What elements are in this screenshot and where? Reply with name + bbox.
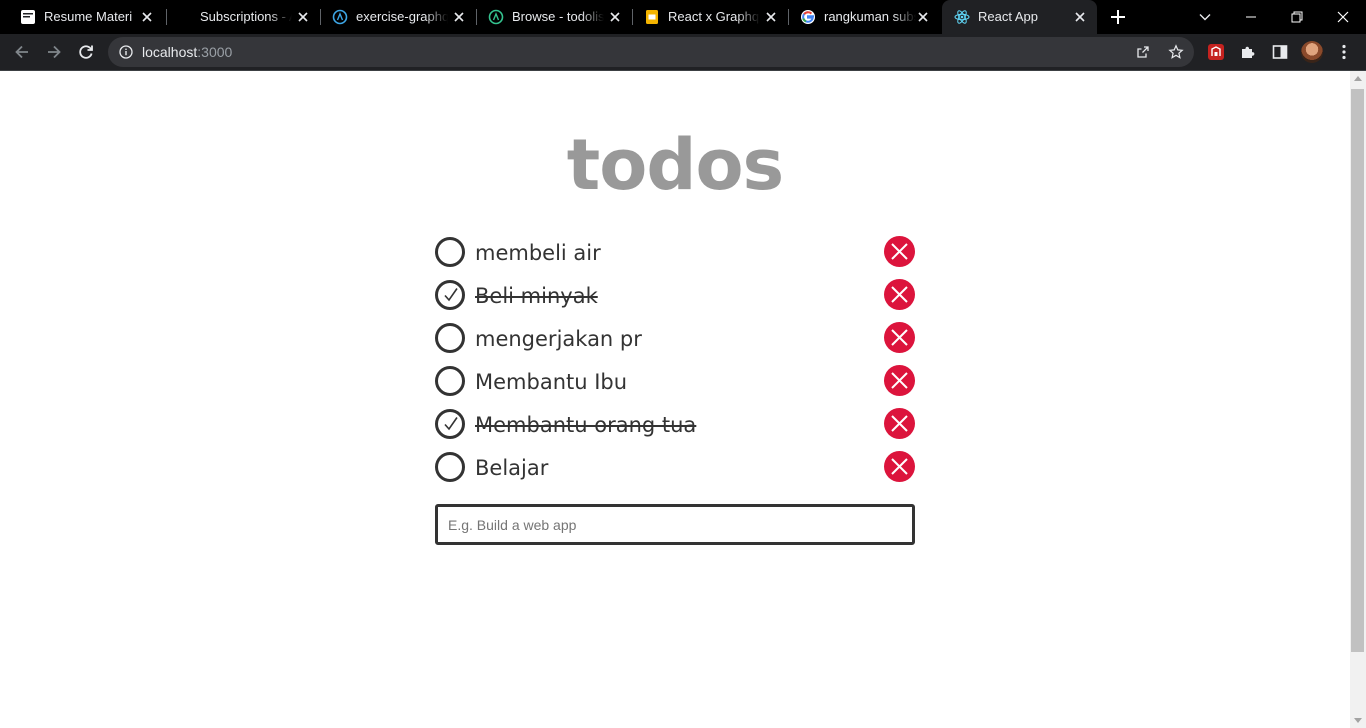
url-port: :3000: [197, 44, 233, 60]
tab-browse-todolist[interactable]: Browse - todolist: [476, 0, 632, 34]
new-tab-icon[interactable]: [1108, 7, 1128, 27]
todo-delete-button[interactable]: [884, 408, 915, 439]
hasura-icon: [488, 9, 504, 25]
todo-item: Belajar: [435, 451, 915, 483]
todo-toggle[interactable]: [435, 409, 465, 439]
page-viewport: todos membeli air Beli minyak mengerjakan …: [0, 71, 1350, 728]
hasura-icon: [332, 9, 348, 25]
app-title: todos: [566, 124, 784, 206]
extensions-menu-button[interactable]: [1236, 40, 1260, 64]
star-icon[interactable]: [1168, 44, 1184, 60]
tab-strip: Resume Materi Subscriptions - Ap exercis…: [0, 0, 1366, 34]
browser-toolbar: localhost:3000: [0, 34, 1366, 71]
chevron-down-icon: [1199, 14, 1211, 21]
todo-toggle[interactable]: [435, 452, 465, 482]
slides-icon: [646, 10, 658, 24]
todo-label: Beli minyak: [475, 284, 598, 308]
todo-item: Membantu Ibu: [435, 365, 915, 397]
todo-delete-button[interactable]: [884, 279, 915, 310]
todo-delete-button[interactable]: [884, 236, 915, 267]
scroll-down-arrow[interactable]: [1354, 718, 1362, 723]
todo-toggle[interactable]: [435, 280, 465, 310]
profile-avatar[interactable]: [1301, 41, 1323, 63]
tab-title: Subscriptions - Ap: [200, 9, 292, 24]
tab-rangkuman[interactable]: rangkuman subsc: [788, 0, 940, 34]
extension-red-icon: [1208, 44, 1224, 60]
arrow-right-icon: [48, 45, 61, 59]
todo-delete-button[interactable]: [884, 322, 915, 353]
browser-menu-button[interactable]: [1332, 40, 1356, 64]
tab-title: React x Graphql: [668, 9, 760, 24]
address-bar[interactable]: localhost:3000: [108, 37, 1194, 67]
extension-button[interactable]: [1204, 40, 1228, 64]
tab-title: Resume Materi: [44, 9, 133, 24]
restore-icon: [1291, 11, 1303, 23]
todo-label: Membantu Ibu: [475, 370, 628, 394]
tab-subscriptions[interactable]: Subscriptions - Ap: [164, 0, 320, 34]
todo-label: Membantu orang tua: [475, 413, 697, 437]
url-text: localhost:3000: [142, 44, 232, 60]
page-scrollbar[interactable]: [1350, 71, 1366, 728]
minimize-icon: [1246, 16, 1256, 18]
close-icon[interactable]: [608, 10, 622, 24]
close-icon: [891, 243, 908, 260]
tab-title: exercise-graphql: [356, 9, 448, 24]
close-icon[interactable]: [140, 10, 154, 24]
side-panel-icon: [1272, 45, 1288, 59]
todo-delete-button[interactable]: [884, 365, 915, 396]
puzzle-icon: [1242, 46, 1255, 58]
checkmark-icon: [444, 417, 458, 431]
url-host: localhost: [142, 44, 198, 60]
close-icon: [891, 458, 908, 475]
close-icon[interactable]: [764, 10, 778, 24]
google-icon: [801, 10, 815, 24]
scroll-up-arrow[interactable]: [1354, 76, 1362, 81]
tab-resume-materi[interactable]: Resume Materi: [8, 0, 164, 34]
todo-item: Beli minyak: [435, 279, 915, 311]
close-icon[interactable]: [452, 10, 466, 24]
close-icon: [891, 329, 908, 346]
close-icon[interactable]: [916, 10, 930, 24]
tab-react-x-graphql[interactable]: React x Graphql: [632, 0, 788, 34]
close-icon: [891, 372, 908, 389]
share-icon[interactable]: [1135, 44, 1151, 60]
minimize-button[interactable]: [1228, 0, 1274, 34]
restore-button[interactable]: [1274, 0, 1320, 34]
back-button[interactable]: [10, 40, 34, 64]
checkmark-icon: [444, 288, 458, 302]
reload-icon: [79, 45, 93, 59]
close-icon[interactable]: [296, 10, 310, 24]
reload-button[interactable]: [74, 40, 98, 64]
todo-label: Belajar: [475, 456, 549, 480]
todo-label: membeli air: [475, 241, 601, 265]
todo-delete-button[interactable]: [884, 451, 915, 482]
todo-item: mengerjakan pr: [435, 322, 915, 354]
close-icon[interactable]: [1073, 10, 1087, 24]
tab-exercise-graphql[interactable]: exercise-graphql: [320, 0, 476, 34]
close-icon: [1337, 11, 1349, 23]
todo-toggle[interactable]: [435, 323, 465, 353]
todo-label: mengerjakan pr: [475, 327, 642, 351]
todo-item: Membantu orang tua: [435, 408, 915, 440]
todo-toggle[interactable]: [435, 237, 465, 267]
react-icon: [954, 10, 970, 24]
todo-toggle[interactable]: [435, 366, 465, 396]
tab-title: Browse - todolist: [512, 9, 604, 24]
window-close-button[interactable]: [1320, 0, 1366, 34]
tab-title: React App: [978, 9, 1038, 24]
arrow-left-icon: [15, 45, 28, 59]
close-icon: [891, 415, 908, 432]
forward-button[interactable]: [42, 40, 66, 64]
tab-search-button[interactable]: [1182, 0, 1228, 34]
more-vertical-icon: [1342, 44, 1346, 60]
todo-item: membeli air: [435, 236, 915, 268]
close-icon: [891, 286, 908, 303]
side-panel-button[interactable]: [1268, 40, 1292, 64]
scrollbar-thumb[interactable]: [1351, 89, 1364, 652]
tab-react-app[interactable]: React App: [942, 0, 1097, 34]
tab-title: rangkuman subsc: [824, 9, 916, 24]
new-todo-input[interactable]: [435, 504, 915, 545]
info-icon[interactable]: [119, 45, 133, 59]
page-icon: [21, 10, 35, 24]
